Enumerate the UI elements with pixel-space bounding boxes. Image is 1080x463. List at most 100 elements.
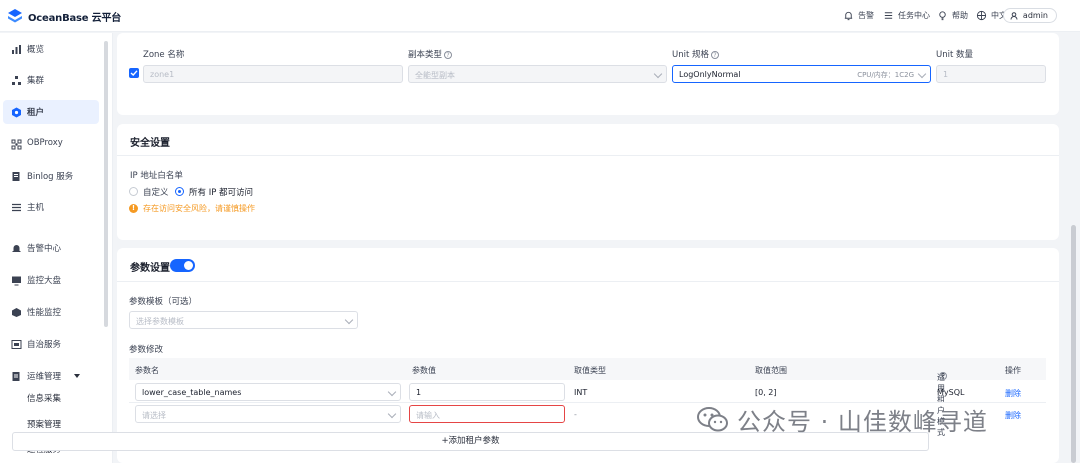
help-icon[interactable]: ?: [711, 51, 720, 59]
security-card: 安全设置 IP 地址白名单 自定义 所有 IP 都可访问 ! 存在访问安全风险，…: [117, 124, 1059, 240]
sidebar-item-label: 主机: [27, 203, 45, 213]
help-icon[interactable]: ?: [444, 51, 453, 59]
col-param-value: 参数值: [412, 366, 436, 375]
zone-name-header: Zone 名称: [143, 50, 185, 60]
sidebar-item-label: OBProxy: [27, 138, 63, 148]
sidebar-item-monitor-dashboard[interactable]: 监控大盘: [3, 268, 99, 292]
binlog-icon: [12, 172, 20, 181]
sidebar-item-autonomy[interactable]: 自治服务: [3, 332, 99, 356]
params-title: 参数设置: [130, 263, 170, 274]
radio-custom-label[interactable]: 自定义: [143, 186, 169, 198]
help-icon[interactable]: ?: [939, 372, 947, 381]
sidebar-item-alert-center[interactable]: 告警中心: [3, 236, 99, 260]
autonomy-icon: [11, 340, 22, 349]
sidebar-item-label: 性能监控: [27, 308, 62, 318]
logo[interactable]: OceanBase 云平台: [7, 8, 121, 24]
help-label: 帮助: [952, 11, 968, 20]
param-template-select[interactable]: 选择参数模板: [129, 311, 358, 329]
param-name-select-empty[interactable]: 请选择: [135, 405, 401, 423]
host-icon: [12, 203, 21, 212]
replica-type-value: 全能型副本: [415, 71, 455, 80]
watermark-text: 公众号 · 山佳数峰寻道: [737, 408, 988, 436]
sidebar-scrollbar[interactable]: [104, 41, 108, 327]
param-value-input[interactable]: 1: [409, 383, 565, 401]
help-link[interactable]: 帮助: [937, 10, 968, 21]
chevron-down-icon: [387, 387, 397, 397]
sidebar-item-performance[interactable]: 性能监控: [3, 300, 99, 324]
sidebar-item-host[interactable]: 主机: [3, 195, 99, 219]
sidebar-item-label: 集群: [27, 76, 45, 86]
radio-all-ip-label[interactable]: 所有 IP 都可访问: [189, 186, 253, 198]
unit-spec-value: LogOnlyNormal: [679, 70, 741, 79]
param-type-empty: -: [574, 410, 577, 419]
tenant-icon: [12, 107, 21, 118]
ops-icon: [12, 372, 20, 381]
alerts-label: 告警: [858, 11, 874, 20]
sidebar-item-overview[interactable]: 概览: [3, 37, 99, 61]
unit-count-header: Unit 数量: [936, 50, 974, 60]
sidebar-item-ops[interactable]: 运维管理: [3, 364, 99, 388]
warning-icon: !: [129, 204, 138, 213]
sidebar-item-label: 运维管理: [27, 372, 62, 382]
sidebar-item-label: 监控大盘: [27, 276, 62, 286]
cluster-icon: [12, 76, 21, 85]
sidebar-item-tenant[interactable]: 租户: [3, 100, 99, 124]
replica-type-header: 副本类型?: [408, 48, 453, 60]
col-param-name: 参数名: [135, 366, 159, 375]
sidebar-item-binlog[interactable]: Binlog 服务: [3, 164, 99, 188]
check-icon: [130, 70, 138, 76]
param-modify-label: 参数修改: [129, 345, 164, 355]
chart-icon: [12, 45, 21, 54]
chevron-down-icon: [344, 315, 354, 325]
radio-all-ip[interactable]: [175, 187, 184, 196]
param-value-input-empty[interactable]: 请输入: [409, 405, 565, 423]
globe-icon: [976, 10, 987, 21]
col-action: 操作: [1005, 366, 1021, 375]
tasks-link[interactable]: 任务中心: [883, 10, 930, 21]
col-value-range: 取值范围: [755, 366, 787, 375]
wechat-icon: [697, 406, 728, 431]
param-name-value: lower_case_table_names: [142, 388, 242, 397]
chevron-down-icon: [387, 409, 397, 419]
unit-count-input[interactable]: 1: [936, 65, 1046, 83]
unit-spec-header-label: Unit 规格: [672, 50, 710, 60]
param-type: INT: [574, 388, 588, 397]
sidebar-item-obproxy[interactable]: OBProxy: [3, 132, 99, 156]
sidebar-item-label: 告警中心: [27, 244, 62, 254]
sidebar-item-label: 租户: [27, 108, 45, 118]
security-title: 安全设置: [130, 138, 170, 149]
sidebar-subitem-plan-manage[interactable]: 预案管理: [27, 418, 61, 430]
user-icon: [1010, 11, 1018, 20]
unit-spec-select[interactable]: LogOnlyNormal CPU/内存：1C2G: [672, 65, 931, 83]
alerts-link[interactable]: 告警: [843, 10, 874, 21]
oceanbase-logo-icon: [8, 9, 22, 23]
zone-name-input[interactable]: zone1: [143, 65, 403, 83]
unit-spec-header: Unit 规格?: [672, 48, 720, 60]
security-warning-text: 存在访问安全风险，请谨慎操作: [143, 204, 255, 213]
user-menu-button[interactable]: admin: [1002, 8, 1057, 23]
delete-link[interactable]: 删除: [1005, 410, 1021, 421]
zone-checkbox[interactable]: [129, 68, 139, 78]
param-name-select[interactable]: lower_case_table_names: [135, 383, 401, 401]
replica-type-select[interactable]: 全能型副本: [408, 65, 667, 83]
sidebar-item-cluster[interactable]: 集群: [3, 68, 99, 92]
top-bar: OceanBase 云平台 告警 任务中心 帮助 中文 admin: [0, 0, 1080, 32]
sidebar-subitem-info-collect[interactable]: 信息采集: [27, 392, 61, 404]
param-template-label: 参数模板（可选）: [129, 297, 198, 307]
chevron-down-icon: [74, 374, 80, 378]
delete-link[interactable]: 删除: [1005, 388, 1021, 399]
lightbulb-icon: [939, 11, 946, 21]
col-value-type: 取值类型: [574, 366, 606, 375]
sidebar-item-label: Binlog 服务: [27, 172, 74, 182]
divider: [117, 155, 1059, 156]
chevron-down-icon: [917, 69, 927, 79]
param-name-placeholder: 请选择: [142, 411, 166, 420]
params-toggle[interactable]: [170, 259, 195, 272]
performance-icon: [12, 308, 21, 317]
radio-custom[interactable]: [129, 187, 138, 196]
bell-icon: [12, 245, 21, 252]
param-template-placeholder: 选择参数模板: [136, 317, 184, 326]
param-tenant-mode: MySQL: [937, 388, 965, 397]
page-scrollbar[interactable]: [1071, 225, 1076, 463]
divider: [117, 281, 1059, 282]
